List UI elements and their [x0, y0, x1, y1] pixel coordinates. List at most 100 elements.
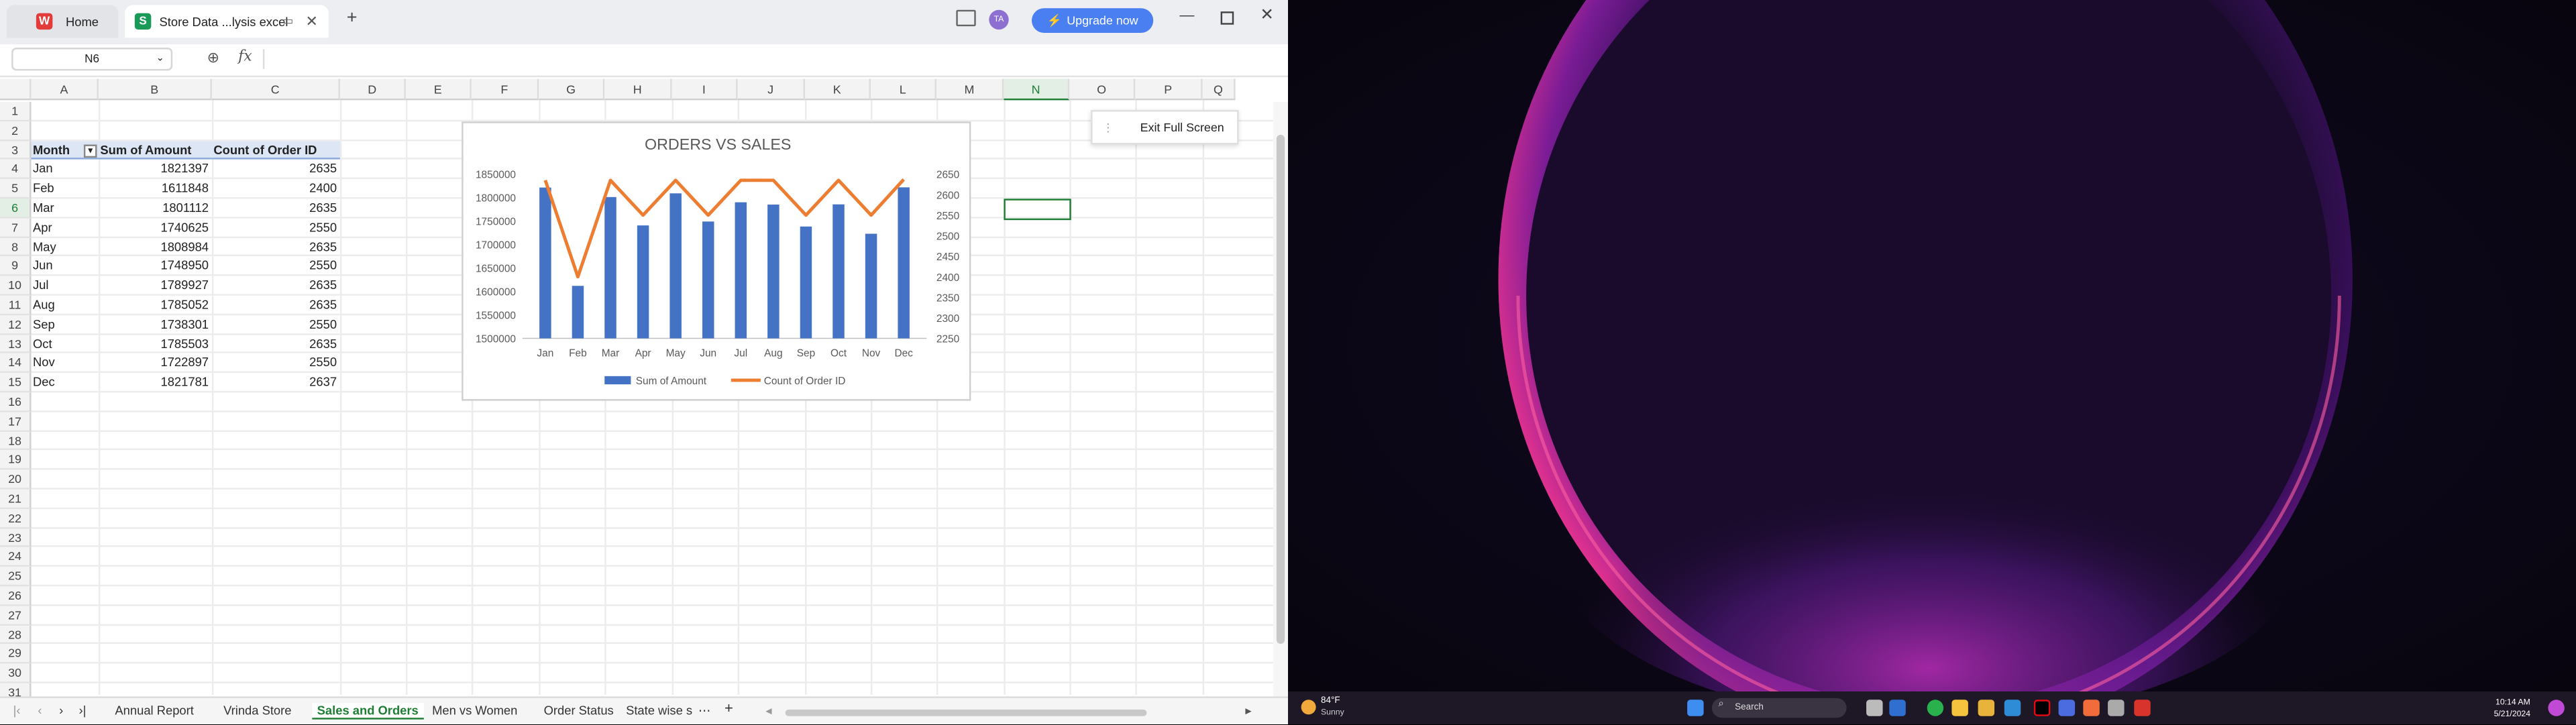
column-header-h[interactable]: H: [604, 78, 672, 101]
row-header-20[interactable]: 20: [0, 469, 32, 490]
new-tab-icon[interactable]: +: [347, 8, 358, 27]
pivot-cell[interactable]: May: [32, 237, 99, 257]
pivot-cell[interactable]: Jul: [32, 276, 99, 296]
hscroll-right-icon[interactable]: ▸: [1245, 703, 1251, 718]
pivot-cell[interactable]: 1738301: [99, 315, 212, 335]
selected-cell-n6[interactable]: [1004, 199, 1071, 221]
pivot-cell[interactable]: 2635: [212, 237, 340, 257]
pivot-cell[interactable]: 2635: [212, 199, 340, 218]
column-header-c[interactable]: C: [211, 78, 340, 101]
sheet-tab-order-status[interactable]: Order Status: [544, 703, 614, 718]
pivot-cell[interactable]: Feb: [32, 179, 99, 199]
wps-office-icon[interactable]: [2134, 700, 2151, 716]
row-header-2[interactable]: 2: [0, 121, 32, 141]
row-header-28[interactable]: 28: [0, 625, 32, 645]
pivot-cell[interactable]: 1801112: [99, 199, 212, 218]
formula-input[interactable]: [262, 49, 265, 69]
pivot-cell[interactable]: 2637: [212, 373, 340, 392]
scroll-thumb[interactable]: [1276, 134, 1285, 645]
row-header-22[interactable]: 22: [0, 508, 32, 528]
pivot-cell[interactable]: 2400: [212, 179, 340, 199]
row-header-13[interactable]: 13: [0, 334, 32, 354]
notes-icon[interactable]: [2108, 700, 2125, 716]
row-header-10[interactable]: 10: [0, 276, 32, 296]
pivot-cell[interactable]: 1808984: [99, 237, 212, 257]
pivot-header-cell[interactable]: Count of Order ID: [211, 140, 340, 160]
function-icon[interactable]: fx: [238, 49, 252, 65]
pivot-cell[interactable]: 1785503: [99, 335, 212, 354]
filter-dropdown-icon[interactable]: ▾: [83, 144, 97, 158]
pivot-cell[interactable]: Apr: [32, 218, 99, 237]
mail-icon[interactable]: [2004, 700, 2021, 716]
weather-icon[interactable]: [1301, 700, 1316, 715]
pivot-cell[interactable]: 1611848: [99, 179, 212, 199]
row-header-3[interactable]: 3: [0, 140, 32, 160]
pivot-cell[interactable]: 1789927: [99, 276, 212, 296]
row-header-30[interactable]: 30: [0, 663, 32, 683]
task-view-icon[interactable]: [1866, 700, 1883, 716]
row-header-26[interactable]: 26: [0, 586, 32, 606]
combo-chart[interactable]: ORDERS VS SALES 1850000 1800000 1750000 1700…: [462, 121, 971, 401]
column-header-o[interactable]: O: [1069, 78, 1136, 101]
pivot-cell[interactable]: 2635: [212, 276, 340, 296]
zoom-search-icon[interactable]: ⊕: [207, 49, 219, 67]
column-header-q[interactable]: Q: [1202, 78, 1236, 101]
pivot-cell[interactable]: Dec: [32, 373, 99, 392]
more-sheets-icon[interactable]: ⋯: [698, 703, 710, 718]
pivot-cell[interactable]: Jun: [32, 257, 99, 276]
column-header-g[interactable]: G: [539, 78, 605, 101]
row-header-9[interactable]: 9: [0, 257, 32, 276]
sheet-tab-state-wise-s[interactable]: State wise s: [626, 703, 692, 718]
tab-home[interactable]: W Home: [6, 5, 119, 38]
file-explorer-icon[interactable]: [1951, 700, 1968, 716]
pivot-cell[interactable]: Sep: [32, 315, 99, 335]
horizontal-scrollbar[interactable]: [785, 709, 1147, 716]
brave-icon[interactable]: [2083, 700, 2100, 716]
row-header-27[interactable]: 27: [0, 606, 32, 626]
row-header-23[interactable]: 23: [0, 528, 32, 548]
column-header-f[interactable]: F: [471, 78, 539, 101]
row-header-11[interactable]: 11: [0, 295, 32, 315]
sheet-tab-men-vs-women[interactable]: Men vs Women: [432, 703, 517, 718]
hscroll-left-icon[interactable]: ◂: [765, 703, 771, 718]
sidebar-toggle-icon[interactable]: [956, 9, 976, 27]
column-header-p[interactable]: P: [1135, 78, 1203, 101]
select-all-corner[interactable]: [0, 78, 32, 101]
column-header-i[interactable]: I: [672, 78, 738, 101]
row-header-16[interactable]: 16: [0, 392, 32, 412]
column-header-a[interactable]: A: [31, 78, 99, 101]
pivot-cell[interactable]: Oct: [32, 335, 99, 354]
first-sheet-icon[interactable]: |‹: [13, 703, 21, 718]
column-header-m[interactable]: M: [936, 78, 1004, 101]
taskbar-search-box[interactable]: ⌕ Search: [1711, 698, 1847, 718]
row-header-15[interactable]: 15: [0, 373, 32, 393]
add-sheet-icon[interactable]: +: [724, 700, 733, 716]
pivot-cell[interactable]: 2635: [212, 296, 340, 315]
row-header-19[interactable]: 19: [0, 450, 32, 470]
row-header-5[interactable]: 5: [0, 179, 32, 199]
pivot-cell[interactable]: 2550: [212, 353, 340, 373]
pivot-cell[interactable]: 1722897: [99, 353, 212, 373]
copilot-icon[interactable]: [2548, 700, 2565, 716]
windows-start-icon[interactable]: [1687, 700, 1704, 716]
tab-document[interactable]: S Store Data ...lysis excel ▭ ✕: [125, 5, 329, 38]
app-icon[interactable]: [2058, 700, 2076, 716]
close-window-icon[interactable]: ✕: [1260, 7, 1274, 25]
column-header-b[interactable]: B: [98, 78, 212, 101]
avatar[interactable]: TA: [989, 9, 1009, 30]
row-header-7[interactable]: 7: [0, 218, 32, 238]
row-header-4[interactable]: 4: [0, 160, 32, 180]
row-header-12[interactable]: 12: [0, 315, 32, 335]
pivot-cell[interactable]: Mar: [32, 199, 99, 218]
last-sheet-icon[interactable]: ›|: [79, 703, 87, 718]
pivot-cell[interactable]: 1748950: [99, 257, 212, 276]
store-icon[interactable]: [1978, 700, 1995, 716]
name-box[interactable]: N6 ⌄: [11, 48, 173, 71]
netflix-icon[interactable]: [2033, 700, 2051, 716]
sheet-tab-sales-and-orders[interactable]: Sales and Orders: [312, 703, 424, 720]
close-tab-icon[interactable]: ✕: [306, 12, 318, 30]
column-header-l[interactable]: L: [870, 78, 936, 101]
pivot-header-cell[interactable]: Sum of Amount: [98, 140, 212, 160]
pivot-header-cell[interactable]: Month ▾: [31, 140, 99, 160]
row-header-18[interactable]: 18: [0, 431, 32, 451]
